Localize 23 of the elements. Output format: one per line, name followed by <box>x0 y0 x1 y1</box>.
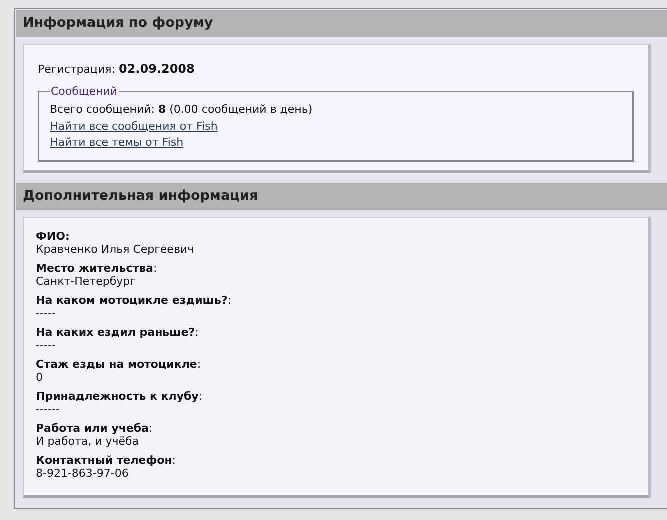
group-legend: Сообщений <box>50 84 119 100</box>
field-value: И работа, и учёба <box>36 435 140 448</box>
field-value: Санкт-Петербург <box>36 275 136 288</box>
field-label: На каких ездил раньше?: <box>36 326 199 339</box>
field-value: 0 <box>36 371 43 384</box>
registration-text: Регистрация: 02.09.2008 <box>38 61 196 78</box>
field-label: Принадлежность к клубу: <box>36 390 203 403</box>
field-label: На каком мотоцикле ездишь?: <box>36 294 232 307</box>
field-label: Работа или учеба: <box>36 422 153 435</box>
field-label: Контактный телефон: <box>36 454 176 467</box>
field-value: Кравченко Илья Сергеевич <box>36 243 194 256</box>
field-value: ------ <box>36 403 60 416</box>
field-value: 8-921-863-97-06 <box>36 467 129 480</box>
search-link[interactable]: Найти все сообщения от Fish <box>50 120 218 132</box>
field-value: ----- <box>36 339 56 352</box>
field-label: ФИО: <box>36 230 70 243</box>
field-label: Место жительства: <box>36 262 158 275</box>
section-header: Дополнительная информация <box>16 183 667 210</box>
message-count: Всего сообщений: 8 (0.00 сообщений в день) <box>50 102 314 118</box>
field-value: ----- <box>36 307 56 320</box>
field-label: Стаж езды на мотоцикле: <box>36 358 202 371</box>
section-header: Информация по форуму <box>16 10 667 37</box>
search-link[interactable]: Найти все темы от Fish <box>50 136 184 149</box>
